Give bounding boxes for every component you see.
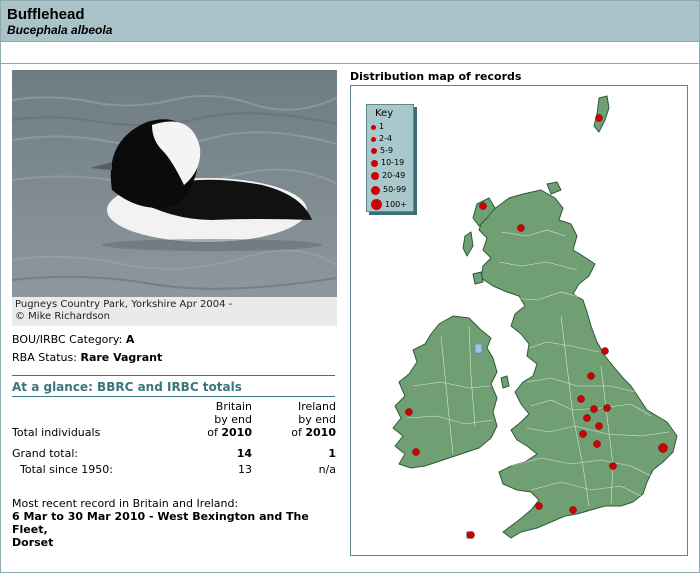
photo-caption: Pugneys Country Park, Yorkshire Apr 2004… bbox=[12, 297, 337, 326]
recent-record-label: Most recent record in Britain and Irelan… bbox=[12, 497, 239, 510]
record-dot bbox=[587, 372, 595, 380]
glance-heading: At a glance: BBRC and IRBC totals bbox=[12, 380, 242, 394]
key-item-5-9: 5-9 bbox=[371, 146, 393, 156]
key-item-100-plus: 100+ bbox=[371, 199, 407, 210]
distribution-map: Key 1 2-4 5-9 10-19 20-49 50-99 100+ bbox=[350, 85, 688, 556]
uist-land bbox=[462, 231, 474, 257]
species-photo bbox=[12, 70, 337, 297]
record-dot bbox=[535, 502, 543, 510]
spacer-bar bbox=[1, 43, 699, 64]
map-title: Distribution map of records bbox=[350, 70, 522, 83]
species-header: Bufflehead Bucephala albeola bbox=[1, 1, 699, 42]
species-latin-name: Bucephala albeola bbox=[7, 23, 113, 37]
record-dot bbox=[658, 443, 668, 453]
glance-divider bbox=[12, 396, 335, 397]
record-dot bbox=[595, 114, 603, 122]
key-item-1: 1 bbox=[371, 122, 384, 132]
since-1950-ireland: n/a bbox=[318, 463, 336, 476]
rba-label: RBA Status: bbox=[12, 351, 77, 364]
shetland-land bbox=[593, 95, 610, 133]
record-dot bbox=[517, 224, 525, 232]
record-dot bbox=[595, 422, 603, 430]
record-dot bbox=[412, 448, 420, 456]
record-dot bbox=[583, 414, 591, 422]
ireland-header-line2: by end bbox=[298, 413, 336, 426]
isle-of-man-land bbox=[500, 375, 510, 389]
grand-total-label: Grand total: bbox=[12, 447, 79, 460]
grand-total-ireland: 1 bbox=[328, 447, 336, 460]
record-dot bbox=[405, 408, 413, 416]
map-key: Key 1 2-4 5-9 10-19 20-49 50-99 100+ bbox=[366, 104, 414, 212]
key-item-20-49: 20-49 bbox=[371, 171, 405, 181]
ireland-year: of 2010 bbox=[291, 426, 336, 439]
since-1950-britain: 13 bbox=[238, 463, 252, 476]
great-britain-land bbox=[478, 189, 678, 539]
record-dot bbox=[603, 404, 611, 412]
rba-value: Rare Vagrant bbox=[80, 351, 163, 364]
record-dot bbox=[601, 347, 609, 355]
record-dot bbox=[579, 430, 587, 438]
category-label: BOU/IRBC Category: bbox=[12, 333, 123, 346]
recent-record-detail: 6 Mar to 30 Mar 2010 - West Bexington an… bbox=[12, 510, 309, 536]
species-title: Bufflehead bbox=[7, 6, 85, 23]
record-dot bbox=[479, 202, 487, 210]
rba-status-row: RBA Status: Rare Vagrant bbox=[12, 351, 162, 364]
key-item-2-4: 2-4 bbox=[371, 134, 392, 144]
key-item-50-99: 50-99 bbox=[371, 185, 406, 195]
britain-year: of 2010 bbox=[207, 426, 252, 439]
section-divider bbox=[12, 375, 335, 376]
islay-land bbox=[472, 271, 484, 285]
recent-record-county: Dorset bbox=[12, 536, 54, 549]
britain-header-line2: by end bbox=[214, 413, 252, 426]
orkney-land bbox=[546, 181, 562, 195]
since-1950-label: Total since 1950: bbox=[20, 463, 113, 476]
caption-location: Pugneys Country Park, Yorkshire Apr 2004… bbox=[15, 299, 233, 310]
bufflehead-photo-illustration bbox=[12, 70, 337, 297]
record-dot bbox=[467, 531, 475, 539]
caption-credit: © Mike Richardson bbox=[15, 311, 110, 322]
lough-neagh bbox=[474, 343, 483, 354]
britain-header: Britain bbox=[215, 400, 252, 413]
total-individuals-label: Total individuals bbox=[12, 426, 101, 439]
category-value: A bbox=[125, 333, 135, 346]
key-title: Key bbox=[375, 108, 394, 119]
key-item-10-19: 10-19 bbox=[371, 158, 404, 168]
recent-record: Most recent record in Britain and Irelan… bbox=[12, 497, 342, 549]
grand-total-britain: 14 bbox=[236, 447, 252, 460]
category-row: BOU/IRBC Category: A bbox=[12, 333, 134, 346]
record-dot bbox=[590, 405, 598, 413]
ireland-land bbox=[392, 315, 498, 469]
record-dot bbox=[569, 506, 577, 514]
totals-table: Britain Ireland by end by end Total indi… bbox=[12, 400, 336, 476]
record-dot bbox=[609, 462, 617, 470]
record-dot bbox=[593, 440, 601, 448]
record-dot bbox=[577, 395, 585, 403]
ireland-header: Ireland bbox=[297, 400, 336, 413]
